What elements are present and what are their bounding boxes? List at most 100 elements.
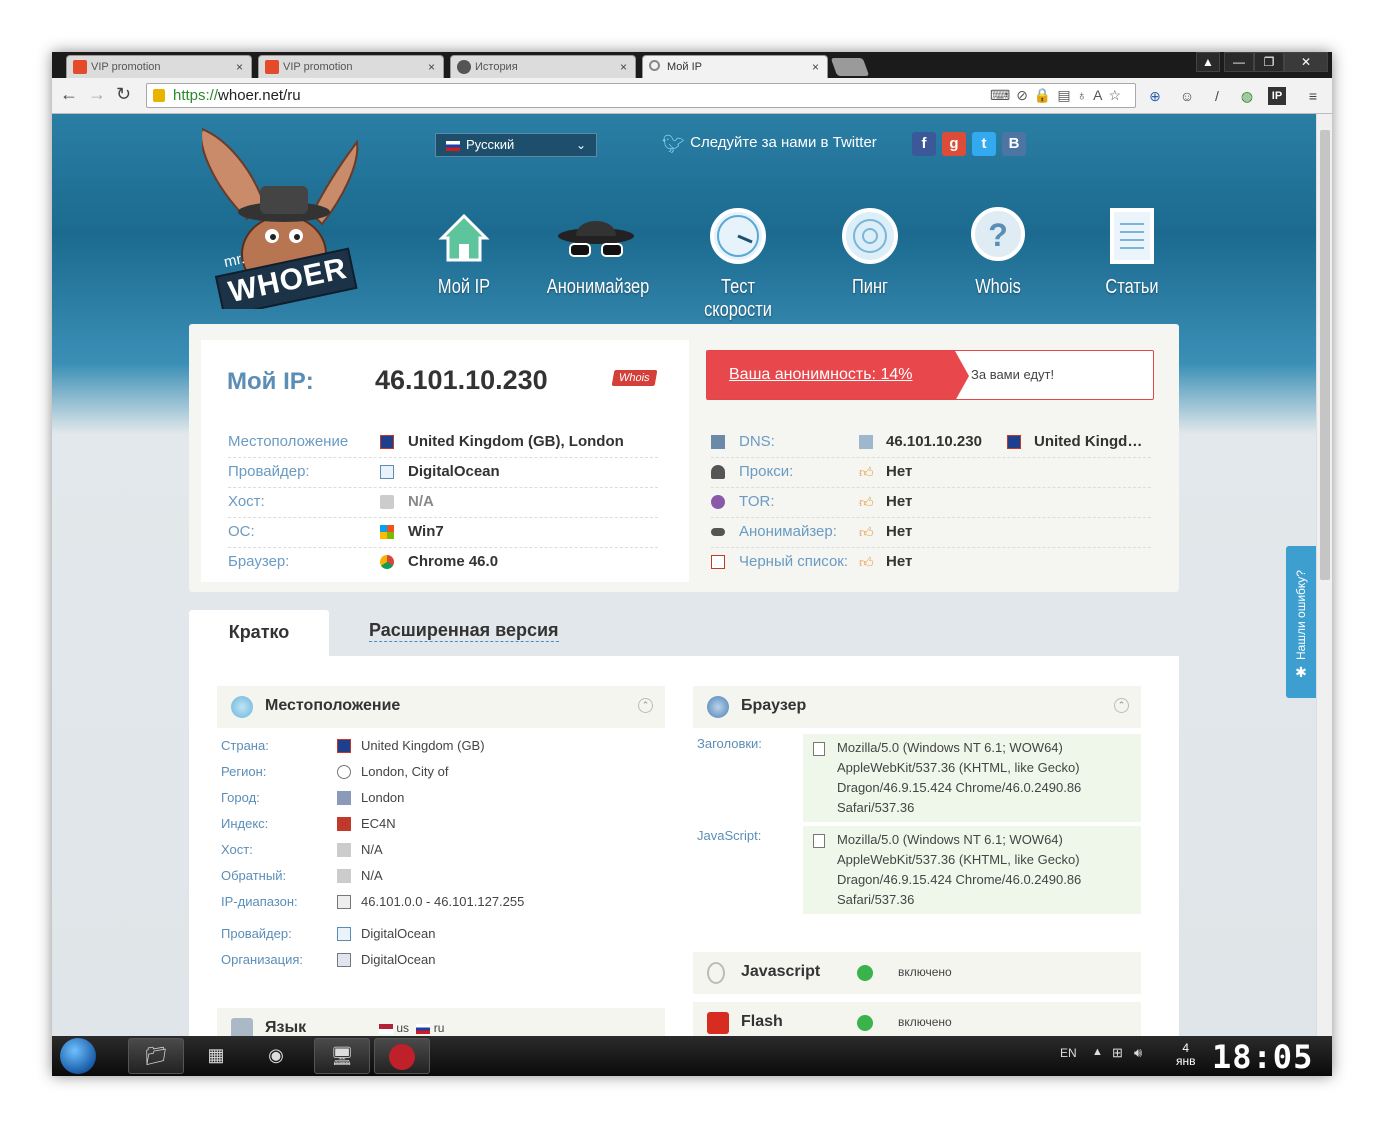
row-label: Прокси: — [739, 463, 794, 480]
row-label: IP-диапазон: — [221, 894, 298, 909]
dragon-browser-icon[interactable] — [374, 1038, 430, 1074]
computer-icon[interactable]: 🖥︎ — [314, 1038, 370, 1074]
row-value: DigitalOcean — [361, 952, 436, 967]
language-select[interactable]: Русский ⌄ — [435, 133, 597, 157]
loc-row-organization: Организация: DigitalOcean — [221, 950, 661, 976]
row-label: Черный список: — [739, 553, 849, 570]
ua-line: Dragon/46.9.15.424 Chrome/46.0.2490.86 — [837, 872, 1082, 887]
maximize-button[interactable]: ❐ — [1254, 52, 1284, 72]
glasses-icon — [711, 528, 725, 536]
zoom-extension-icon[interactable]: ⊕ — [1146, 87, 1164, 105]
nav-whois[interactable]: ? Whois — [938, 206, 1058, 299]
star-icon[interactable]: ☆ — [1108, 87, 1127, 103]
uk-flag-icon — [337, 739, 351, 753]
tray-date[interactable]: 4 янв — [1176, 1042, 1196, 1068]
profile-button[interactable]: ▲ — [1196, 52, 1220, 72]
close-icon[interactable]: × — [620, 56, 627, 78]
vk-icon[interactable]: B — [1002, 132, 1026, 156]
close-window-button[interactable]: ✕ — [1284, 52, 1328, 72]
windows-taskbar: 📁︎ ▦ ◉ 🖥︎ EN ▲ ⊞ 🔊︎ 4 янв 18:05 — [52, 1036, 1332, 1076]
translate-icon[interactable]: A — [1093, 87, 1108, 103]
vertical-scrollbar[interactable] — [1316, 114, 1332, 1036]
facebook-icon[interactable]: f — [912, 132, 936, 156]
whois-badge[interactable]: Whois — [611, 370, 657, 386]
lock-icon — [153, 89, 165, 102]
flag-icon[interactable]: ▤ — [1057, 87, 1076, 103]
network-tray-icon[interactable]: ⊞ — [1112, 1045, 1123, 1061]
explorer-folder-icon[interactable]: 📁︎ — [128, 1038, 184, 1074]
back-arrow-icon[interactable]: ← — [60, 84, 78, 105]
chevron-down-icon: ⌄ — [575, 138, 586, 152]
location-section-header[interactable]: Местоположение ⌃ — [217, 686, 665, 728]
ip-panel: Мой IP: 46.101.10.230 Whois Местоположен… — [189, 324, 1179, 592]
twitter-icon[interactable]: t — [972, 132, 996, 156]
lock-icon[interactable]: 🔒 — [1034, 87, 1057, 103]
anonymity-score[interactable]: Ваша анонимность: 14% — [707, 351, 969, 399]
row-value: United Kingdom (GB), London — [408, 433, 624, 450]
nav-articles[interactable]: Статьи — [1072, 206, 1192, 299]
blacklist-row: Черный список: 👍︎ Нет — [711, 548, 1151, 578]
row-value: London — [361, 790, 405, 805]
language-value: us — [396, 1021, 410, 1035]
network-icon — [859, 435, 873, 449]
row-label: Анонимайзер: — [739, 523, 837, 540]
tray-arrow-icon[interactable]: ▲ — [1092, 1046, 1103, 1058]
close-icon[interactable]: × — [236, 56, 243, 78]
tray-clock[interactable]: 18:05 — [1212, 1038, 1313, 1076]
blocked-icon[interactable]: ⊘ — [1016, 87, 1034, 103]
url-scheme: https:// — [173, 87, 219, 104]
forward-arrow-icon[interactable]: → — [88, 84, 106, 105]
tab-brief[interactable]: Кратко — [189, 610, 329, 656]
whoer-logo[interactable]: mr. WHOER — [200, 124, 362, 318]
speedometer-icon — [708, 206, 768, 266]
bulb-icon[interactable]: ♁ — [1077, 87, 1094, 103]
ua-line: Safari/537.36 — [837, 800, 915, 815]
volume-icon[interactable]: 🔊︎ — [1134, 1045, 1142, 1061]
thumbs-up-icon: 👍︎ — [859, 554, 874, 570]
minimize-button[interactable]: — — [1224, 52, 1254, 72]
collapse-icon[interactable]: ⌃ — [638, 698, 653, 713]
close-icon[interactable]: × — [428, 56, 435, 78]
language-section-header[interactable]: Язык us ru — [217, 1008, 665, 1036]
address-bar[interactable]: https://whoer.net/ru ⌨⊘🔒▤♁A☆ — [146, 83, 1136, 108]
close-icon[interactable]: × — [812, 56, 819, 78]
reload-icon[interactable]: ↻ — [116, 84, 131, 105]
tab-my-ip[interactable]: Мой IP × — [642, 55, 828, 78]
server-icon — [337, 869, 351, 883]
collapse-icon[interactable]: ⌃ — [1114, 698, 1129, 713]
anonymity-banner[interactable]: Ваша анонимность: 14% За вами едут! — [706, 350, 1154, 400]
report-bug-tab[interactable]: Нашли ошибку? ✱ — [1286, 546, 1316, 698]
menu-icon[interactable]: ≡ — [1304, 87, 1322, 105]
input-language[interactable]: EN — [1060, 1046, 1077, 1060]
tab-history[interactable]: История × — [450, 55, 636, 78]
nav-anonymizer[interactable]: Анонимайзер — [536, 206, 656, 299]
new-tab-button[interactable] — [830, 58, 870, 76]
row-label: Страна: — [221, 738, 269, 753]
nav-my-ip[interactable]: Мой IP — [404, 206, 524, 299]
row-value: N/A — [408, 493, 434, 510]
tab-vip-promotion-2[interactable]: VIP promotion × — [258, 55, 444, 78]
tab-vip-promotion-1[interactable]: VIP promotion × — [66, 55, 252, 78]
tab-extended[interactable]: Расширенная версия — [369, 620, 559, 642]
start-button[interactable] — [60, 1038, 96, 1074]
google-icon[interactable]: g — [942, 132, 966, 156]
twitter-follow-link[interactable]: 🐦︎ Следуйте за нами в Twitter — [662, 134, 877, 154]
row-value: Chrome 46.0 — [408, 553, 499, 570]
ua-line: AppleWebKit/537.36 (KHTML, like Gecko) — [837, 760, 1080, 775]
browser-section-header[interactable]: Браузер ⌃ — [693, 686, 1141, 728]
tor-row: TOR: 👍︎ Нет — [711, 488, 1151, 518]
ip-extension-icon[interactable]: IP — [1268, 87, 1286, 105]
ua-line: Mozilla/5.0 (Windows NT 6.1; WOW64) — [837, 832, 1063, 847]
nav-ping[interactable]: Пинг — [810, 206, 930, 299]
globe-extension-icon[interactable]: ◍ — [1238, 87, 1256, 105]
nav-speed-test[interactable]: Тест скорости — [678, 206, 798, 322]
scrollbar-thumb[interactable] — [1320, 130, 1330, 580]
pen-extension-icon[interactable]: / — [1208, 87, 1226, 105]
ghost-extension-icon[interactable]: ☺ — [1178, 87, 1196, 105]
calculator-icon[interactable]: ▦ — [188, 1038, 244, 1074]
keyboard-icon[interactable]: ⌨ — [990, 87, 1016, 103]
app-circle-icon[interactable]: ◉ — [248, 1038, 304, 1074]
javascript-status-row: Javascript включено — [693, 952, 1141, 994]
thumbs-up-icon: 👍︎ — [859, 494, 874, 510]
tab-title: VIP promotion — [283, 61, 353, 73]
